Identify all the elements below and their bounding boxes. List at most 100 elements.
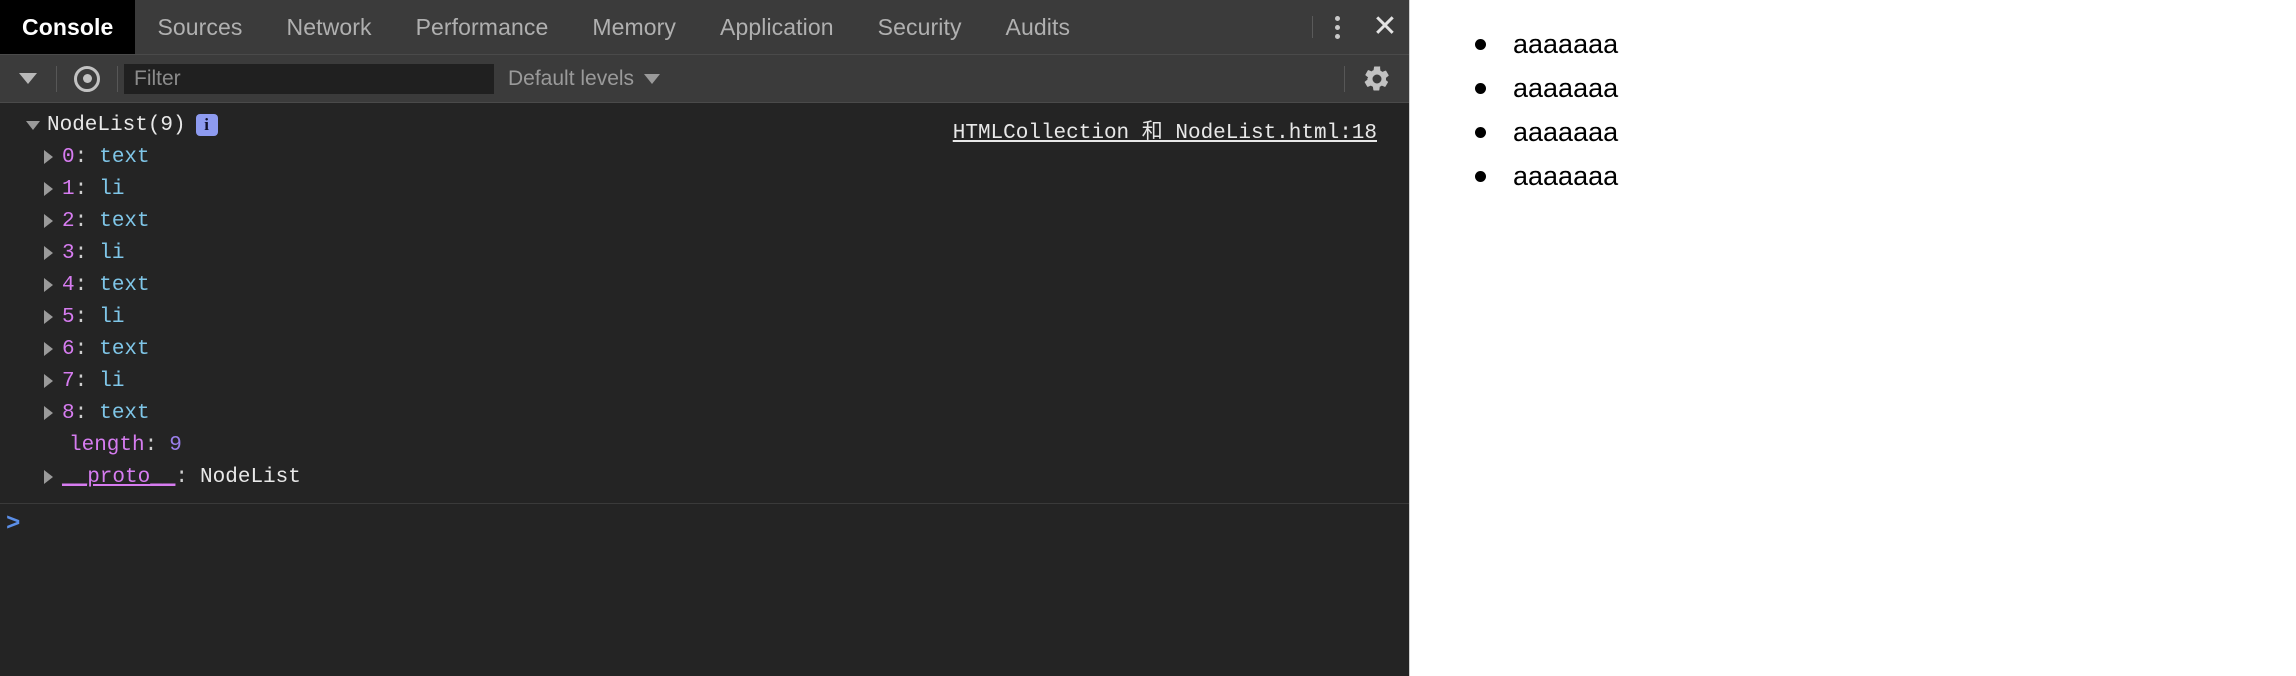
entry-index: 3 (62, 241, 75, 265)
entry-value: li (99, 177, 125, 201)
entry-index: 2 (62, 209, 75, 233)
list-item: aaaaaaa (1411, 22, 2296, 66)
kebab-dots (1334, 15, 1340, 39)
chevron-expanded-icon[interactable] (26, 120, 40, 130)
entry-separator: : (74, 273, 88, 297)
console-source-link[interactable]: HTMLCollection 和 NodeList.html:18 (953, 115, 1377, 145)
tab-performance[interactable]: Performance (394, 0, 571, 54)
entry-value: li (99, 241, 125, 265)
screenshot-root: Console Sources Network Performance Memo… (0, 0, 2296, 676)
list-item: aaaaaaa (1411, 154, 2296, 198)
chevron-down-glyph (19, 73, 37, 84)
length-separator: : (144, 433, 158, 457)
list-item[interactable]: 5 : li (0, 301, 1409, 333)
tab-security-label: Security (877, 13, 962, 40)
tab-network[interactable]: Network (265, 0, 394, 54)
console-prompt-input[interactable] (28, 508, 1409, 540)
proto-key[interactable]: __proto__ (62, 466, 175, 489)
kebab-menu-icon[interactable] (1313, 0, 1361, 54)
entry-separator: : (74, 145, 88, 169)
tab-audits[interactable]: Audits (984, 0, 1093, 54)
entry-index: 5 (62, 305, 75, 329)
entry-index: 0 (62, 145, 75, 169)
console-prompt-row[interactable]: > (0, 504, 1409, 544)
entry-index: 1 (62, 177, 75, 201)
chevron-right-icon[interactable] (44, 150, 53, 164)
list-item-label: aaaaaaa (1513, 116, 1619, 147)
entry-separator: : (74, 241, 88, 265)
list-item[interactable]: 2 : text (0, 205, 1409, 237)
close-icon[interactable]: ✕ (1361, 0, 1409, 54)
tab-sources-label: Sources (157, 13, 243, 40)
entry-separator: : (74, 209, 88, 233)
list-item: aaaaaaa (1411, 66, 2296, 110)
chevron-down-icon-levels (644, 73, 661, 84)
length-row: length : 9 (0, 429, 1409, 461)
list-item-label: aaaaaaa (1513, 72, 1619, 103)
list-item[interactable]: 1 : li (0, 173, 1409, 205)
chevron-right-icon[interactable] (44, 246, 53, 260)
bullet-list: aaaaaaa aaaaaaa aaaaaaa aaaaaaa (1411, 22, 2296, 198)
entry-separator: : (74, 305, 88, 329)
tab-memory[interactable]: Memory (570, 0, 698, 54)
entry-value: text (99, 401, 150, 425)
entry-separator: : (74, 337, 88, 361)
entry-index: 7 (62, 369, 75, 393)
info-icon[interactable]: i (195, 114, 218, 136)
list-item-label: aaaaaaa (1513, 160, 1619, 191)
devtools-tabbar: Console Sources Network Performance Memo… (0, 0, 1409, 55)
list-item-label: aaaaaaa (1513, 28, 1619, 59)
tab-console[interactable]: Console (0, 0, 136, 54)
chevron-right-icon[interactable] (44, 374, 53, 388)
list-item[interactable]: 0 : text (0, 141, 1409, 173)
chevron-down-icon-context[interactable] (0, 73, 56, 84)
tab-sources[interactable]: Sources (135, 0, 264, 54)
gear-glyph (1364, 65, 1389, 90)
log-level-dropdown[interactable]: Default levels (508, 66, 661, 91)
proto-row[interactable]: __proto__ : NodeList (0, 461, 1409, 493)
filter-input[interactable] (124, 63, 494, 94)
devtools-panel: Console Sources Network Performance Memo… (0, 0, 1410, 676)
tab-audits-label: Audits (1005, 13, 1071, 40)
tab-application-label: Application (720, 13, 834, 40)
entry-separator: : (74, 177, 88, 201)
tab-application[interactable]: Application (698, 0, 856, 54)
proto-separator: : (175, 465, 189, 489)
toolbar-divider-2 (117, 65, 118, 92)
log-level-label: Default levels (508, 66, 635, 90)
chevron-right-icon[interactable] (44, 342, 53, 356)
list-item[interactable]: 8 : text (0, 397, 1409, 429)
tab-network-label: Network (286, 13, 372, 40)
tab-performance-label: Performance (415, 13, 549, 40)
chevron-right-icon[interactable] (44, 278, 53, 292)
list-item[interactable]: 3 : li (0, 237, 1409, 269)
chevron-right-icon[interactable] (44, 310, 53, 324)
list-item[interactable]: 6 : text (0, 333, 1409, 365)
length-value: 9 (169, 433, 182, 457)
gear-icon[interactable] (1345, 64, 1409, 94)
entry-value: text (99, 337, 150, 361)
chevron-right-icon[interactable] (44, 406, 53, 420)
chevron-right-icon[interactable] (44, 214, 53, 228)
list-item[interactable]: 4 : text (0, 269, 1409, 301)
entry-value: text (99, 145, 150, 169)
prompt-caret-icon: > (6, 510, 21, 538)
proto-value: NodeList (200, 465, 301, 489)
entry-value: text (99, 209, 150, 233)
nodelist-title: NodeList(9) (47, 113, 186, 137)
page-list-wrapper: aaaaaaa aaaaaaa aaaaaaa aaaaaaa (1411, 0, 2296, 198)
entry-index: 4 (62, 273, 75, 297)
entry-index: 8 (62, 401, 75, 425)
eye-icon[interactable] (57, 65, 117, 92)
chevron-right-icon[interactable] (44, 470, 53, 484)
length-key: length (69, 433, 145, 457)
list-item[interactable]: 7 : li (0, 365, 1409, 397)
tab-memory-label: Memory (592, 13, 677, 40)
console-message-nodelist: HTMLCollection 和 NodeList.html:18 NodeLi… (0, 103, 1409, 504)
entry-index: 6 (62, 337, 75, 361)
tab-security[interactable]: Security (856, 0, 984, 54)
chevron-right-icon[interactable] (44, 182, 53, 196)
entry-separator: : (74, 401, 88, 425)
close-glyph: ✕ (1372, 10, 1398, 43)
console-filter-toolbar: Default levels (0, 55, 1409, 103)
